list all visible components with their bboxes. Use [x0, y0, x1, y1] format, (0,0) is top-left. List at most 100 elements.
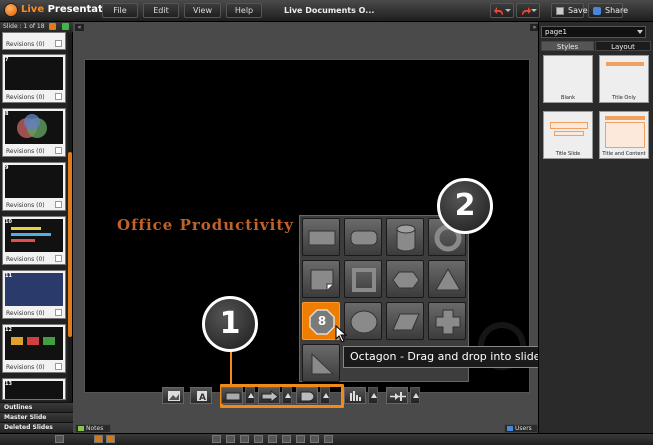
- slide-preview: [5, 57, 63, 90]
- slides-scrollbar-thumb[interactable]: [68, 152, 72, 337]
- rounded-rectangle-shape-icon: [350, 230, 378, 246]
- revisions-label[interactable]: Revisions (0): [6, 310, 45, 317]
- menu-edit[interactable]: Edit: [143, 3, 179, 18]
- mini-chart-icon[interactable]: [296, 435, 305, 443]
- revision-icon[interactable]: [55, 363, 62, 370]
- slide-thumbnail[interactable]: 11 Revisions (0): [2, 270, 66, 319]
- menu-help[interactable]: Help: [226, 3, 262, 18]
- shape-oval[interactable]: [344, 302, 382, 340]
- notes-tab[interactable]: Notes: [75, 424, 111, 433]
- connector-dropdown[interactable]: [410, 387, 420, 404]
- mini-arrow-icon[interactable]: [254, 435, 263, 443]
- shape-rectangle[interactable]: [302, 218, 340, 256]
- shape-frame[interactable]: [344, 260, 382, 298]
- undo-dropdown-icon[interactable]: [505, 9, 511, 12]
- layout-title-only[interactable]: Title Only: [599, 55, 649, 103]
- chart-dropdown[interactable]: [368, 387, 378, 404]
- revisions-label[interactable]: Revisions (0): [6, 148, 45, 155]
- rectangle-dropdown[interactable]: [245, 387, 255, 404]
- revision-icon[interactable]: [55, 147, 62, 154]
- revisions-label[interactable]: Revisions (0): [6, 364, 45, 371]
- insert-rectangle-button[interactable]: [221, 387, 243, 404]
- add-slide-icon[interactable]: [62, 23, 69, 30]
- revision-icon[interactable]: [55, 201, 62, 208]
- revisions-label[interactable]: Revisions (0): [6, 202, 45, 209]
- insert-image-button[interactable]: [162, 387, 184, 404]
- slide-number: 7: [5, 57, 9, 63]
- shape-parallelogram[interactable]: [386, 302, 424, 340]
- insert-chart-button[interactable]: [344, 387, 366, 404]
- revision-icon[interactable]: [55, 255, 62, 262]
- layout-title-bar: [605, 116, 645, 120]
- shape-rounded-rectangle[interactable]: [344, 218, 382, 256]
- insert-connector-button[interactable]: [386, 387, 408, 404]
- mini-rectangle-icon[interactable]: [240, 435, 249, 443]
- menu-file[interactable]: File: [102, 3, 138, 18]
- revision-icon[interactable]: [55, 309, 62, 316]
- layout-title-and-content[interactable]: Title and Content: [599, 111, 649, 159]
- shape-tooltip: Octagon - Drag and drop into slide: [343, 346, 540, 368]
- layout-title-box: [550, 122, 588, 129]
- collapse-left-icon[interactable]: «: [75, 24, 84, 31]
- shape-hexagon[interactable]: [386, 260, 424, 298]
- deleted-slides-section[interactable]: Deleted Slides: [0, 422, 73, 432]
- users-tab[interactable]: Users: [504, 424, 538, 433]
- insert-rounded-shape-button[interactable]: [296, 387, 318, 404]
- insert-text-button[interactable]: A: [190, 387, 212, 404]
- menu-view[interactable]: View: [184, 3, 221, 18]
- layout-title-slide[interactable]: Title Slide: [543, 111, 593, 159]
- slide-thumbnail[interactable]: 7 Revisions (0): [2, 54, 66, 103]
- shape-cylinder[interactable]: [386, 218, 424, 256]
- tab-layout[interactable]: Layout: [595, 41, 651, 51]
- grid-view-icon[interactable]: [94, 435, 103, 443]
- users-icon: [507, 426, 513, 431]
- undo-button[interactable]: [490, 3, 514, 18]
- revision-icon[interactable]: [55, 93, 62, 100]
- master-slide-section[interactable]: Master Slide: [0, 412, 73, 422]
- slide-thumbnail[interactable]: 9 Revisions (0): [2, 162, 66, 211]
- mini-dropdown-icon[interactable]: [324, 435, 333, 443]
- rounded-shape-dropdown[interactable]: [320, 387, 330, 404]
- slide-thumbnail[interactable]: 12 Revisions (0): [2, 324, 66, 373]
- tools-icon[interactable]: [55, 435, 64, 443]
- new-slide-icon[interactable]: [49, 23, 56, 30]
- share-button[interactable]: Share: [588, 3, 628, 18]
- mini-text-icon[interactable]: [226, 435, 235, 443]
- revisions-label[interactable]: Revisions (0): [6, 94, 45, 101]
- mini-image-icon[interactable]: [212, 435, 221, 443]
- slide-thumbnail[interactable]: 8 Revisions (0): [2, 108, 66, 157]
- shape-folded-corner[interactable]: [302, 260, 340, 298]
- shape-triangle[interactable]: [428, 260, 466, 298]
- shape-right-triangle[interactable]: [302, 344, 340, 382]
- venn-preview-icon: [17, 114, 47, 138]
- slide-thumbnail[interactable]: 10 Revisions (0): [2, 216, 66, 265]
- revisions-label[interactable]: Revisions (0): [6, 41, 45, 48]
- layout-label: Title and Content: [602, 151, 646, 157]
- arrow-dropdown[interactable]: [282, 387, 292, 404]
- outlines-section[interactable]: Outlines: [0, 402, 73, 412]
- insert-toolbar: A: [158, 387, 428, 404]
- layout-blank[interactable]: Blank: [543, 55, 593, 103]
- redo-dropdown-icon[interactable]: [531, 9, 537, 12]
- rounded-shape-icon: [300, 391, 315, 402]
- slide-number: 12: [5, 327, 12, 333]
- revision-icon[interactable]: [55, 40, 62, 47]
- revisions-label[interactable]: Revisions (0): [6, 256, 45, 263]
- slide-thumbnail[interactable]: 13: [2, 378, 66, 400]
- mini-connector-icon[interactable]: [310, 435, 319, 443]
- tab-styles[interactable]: Styles: [541, 41, 594, 51]
- mini-rounded-shape-icon[interactable]: [268, 435, 277, 443]
- mini-shape-icon[interactable]: [282, 435, 291, 443]
- notes-icon: [78, 426, 84, 431]
- page-select[interactable]: page1: [541, 26, 646, 38]
- shape-cross[interactable]: [428, 302, 466, 340]
- redo-button[interactable]: [516, 3, 540, 18]
- boxes-preview-icon: [11, 337, 55, 345]
- slide-thumbnail[interactable]: Revisions (0): [2, 32, 66, 50]
- slide-number: 13: [5, 381, 12, 387]
- save-button[interactable]: Save: [551, 3, 588, 18]
- frame-shape-icon: [352, 268, 376, 292]
- list-view-icon[interactable]: [106, 435, 115, 443]
- insert-arrow-button[interactable]: [258, 387, 280, 404]
- slide-title-text[interactable]: Office Productivity: [117, 216, 294, 234]
